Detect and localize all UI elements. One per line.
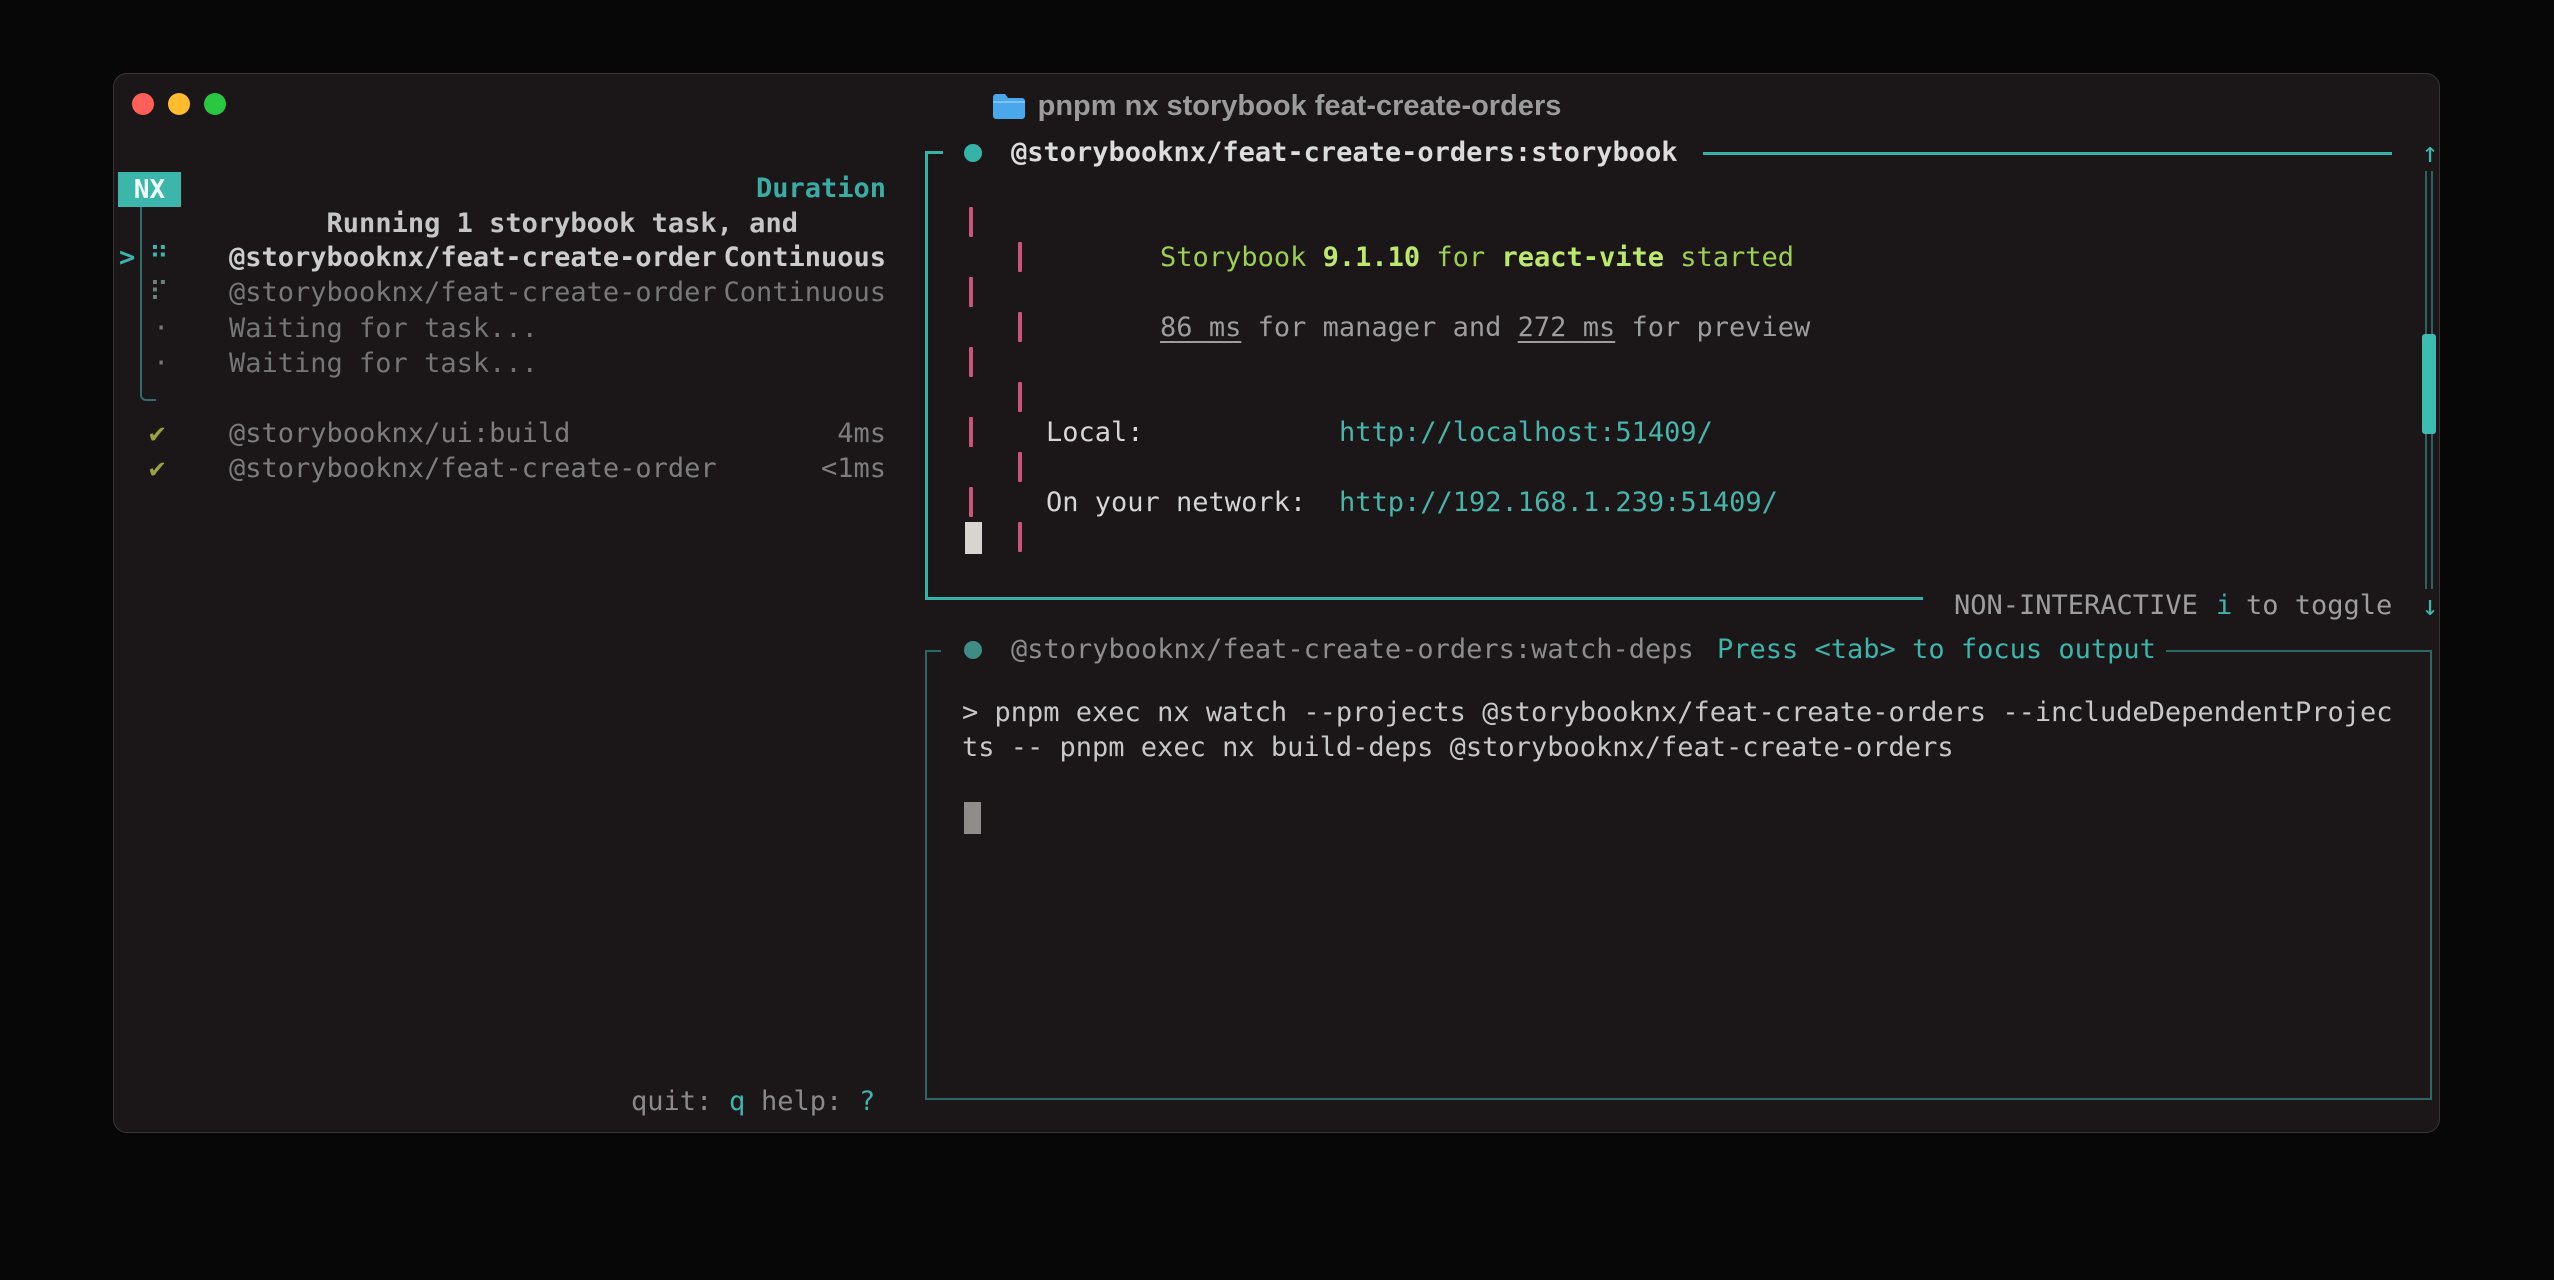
pane-title: @storybooknx/feat-create-orders:storyboo… [1011, 135, 1677, 170]
help-label: help: [761, 1084, 842, 1119]
task-name: @storybooknx/feat-create-order [229, 451, 717, 486]
timing-mid-text: for manager and [1241, 312, 1517, 343]
box-border-bar [969, 347, 973, 377]
pane-border-bottom [925, 597, 1923, 600]
scrollbar-thumb[interactable] [2422, 334, 2436, 434]
nx-logo: NX [118, 172, 181, 207]
task-name: @storybooknx/feat-create-order [229, 240, 717, 275]
screen: pnpm nx storybook feat-create-orders NX … [0, 0, 2554, 1280]
task-name: @storybooknx/ui:build [229, 416, 570, 451]
pane-border-top-right [2166, 650, 2432, 652]
terminal-cursor [964, 802, 981, 834]
for-word: for [1420, 242, 1501, 273]
scroll-down-icon[interactable]: ↓ [2414, 588, 2440, 623]
box-border-bar [969, 417, 973, 447]
check-icon: ✔ [149, 451, 165, 486]
pane-border-right [2430, 650, 2432, 1100]
box-border-bar [969, 487, 973, 517]
toggle-suffix: to toggle [2246, 588, 2392, 623]
local-url-link[interactable]: http://localhost:51409/ [1339, 415, 1713, 450]
check-icon: ✔ [149, 416, 165, 451]
task-name: Waiting for task... [229, 311, 538, 346]
pane-border-bottom [925, 1098, 2432, 1100]
box-border-bar [1018, 242, 1022, 272]
started-word: started [1664, 242, 1794, 273]
box-border-bar [1018, 522, 1022, 552]
selection-pointer: > [119, 240, 135, 275]
noninteractive-label: NON-INTERACTIVE [1954, 588, 2198, 623]
scroll-up-icon[interactable]: ↑ [2414, 135, 2440, 170]
timing-suffix-text: for preview [1615, 312, 1810, 343]
storybook-version: 9.1.10 [1323, 242, 1421, 273]
local-label: Local: [1046, 415, 1144, 450]
window-title: pnpm nx storybook feat-create-orders [1038, 90, 1562, 123]
command-line: > pnpm exec nx watch --projects @storybo… [962, 695, 2392, 730]
task-name: @storybooknx/feat-create-order [229, 275, 717, 310]
pane-border-top-stub [925, 151, 943, 154]
network-url-link[interactable]: http://192.168.1.239:51409/ [1339, 485, 1778, 520]
box-border-bar [1018, 382, 1022, 412]
pane-border-top-stub [925, 650, 941, 652]
preview-time: 272 ms [1518, 312, 1616, 343]
duration-column-header: Duration [701, 171, 886, 206]
pane-header-line [1703, 152, 2392, 155]
box-border-bar [1018, 312, 1022, 342]
terminal-cursor [965, 522, 982, 554]
folder-icon [992, 92, 1026, 120]
terminal-window: pnpm nx storybook feat-create-orders NX … [113, 73, 2440, 1133]
titlebar: pnpm nx storybook feat-create-orders [114, 88, 2439, 124]
timing-line: 86 ms for manager and 272 ms for preview [1030, 275, 1810, 310]
quit-label: quit: [631, 1084, 712, 1119]
storybook-word: Storybook [1160, 242, 1323, 273]
box-border-bar [1018, 452, 1022, 482]
pane-border-left [925, 151, 928, 600]
builder-name: react-vite [1501, 242, 1664, 273]
task-status: Continuous [701, 275, 886, 310]
box-border-bar [969, 277, 973, 307]
tasklist-header-text: Running 1 storybook task, and [327, 208, 798, 239]
focus-hint: Press <tab> to focus output [1717, 632, 2156, 667]
task-duration: <1ms [701, 451, 886, 486]
help-key: ? [859, 1084, 875, 1119]
pane-border-left [925, 650, 927, 1100]
pending-dot-icon: · [153, 311, 169, 346]
toggle-key: i [2216, 588, 2232, 623]
pane-title: @storybooknx/feat-create-orders:watch-de… [1011, 632, 1694, 667]
command-line: ts -- pnpm exec nx build-deps @storybook… [962, 730, 1954, 765]
pending-dot-icon: · [153, 346, 169, 381]
task-duration: 4ms [701, 416, 886, 451]
storybook-started-line: Storybook 9.1.10 for react-vite started [1030, 205, 1794, 240]
spinner-icon: ⠏ [149, 275, 169, 310]
quit-key: q [729, 1084, 745, 1119]
task-name: Waiting for task... [229, 346, 538, 381]
pane-status-dot [964, 641, 982, 659]
task-status: Continuous [701, 240, 886, 275]
manager-time: 86 ms [1160, 312, 1241, 343]
network-label: On your network: [1046, 485, 1306, 520]
pane-status-dot [964, 144, 982, 162]
box-border-bar [969, 207, 973, 237]
spinner-icon: ⠛ [149, 240, 169, 275]
